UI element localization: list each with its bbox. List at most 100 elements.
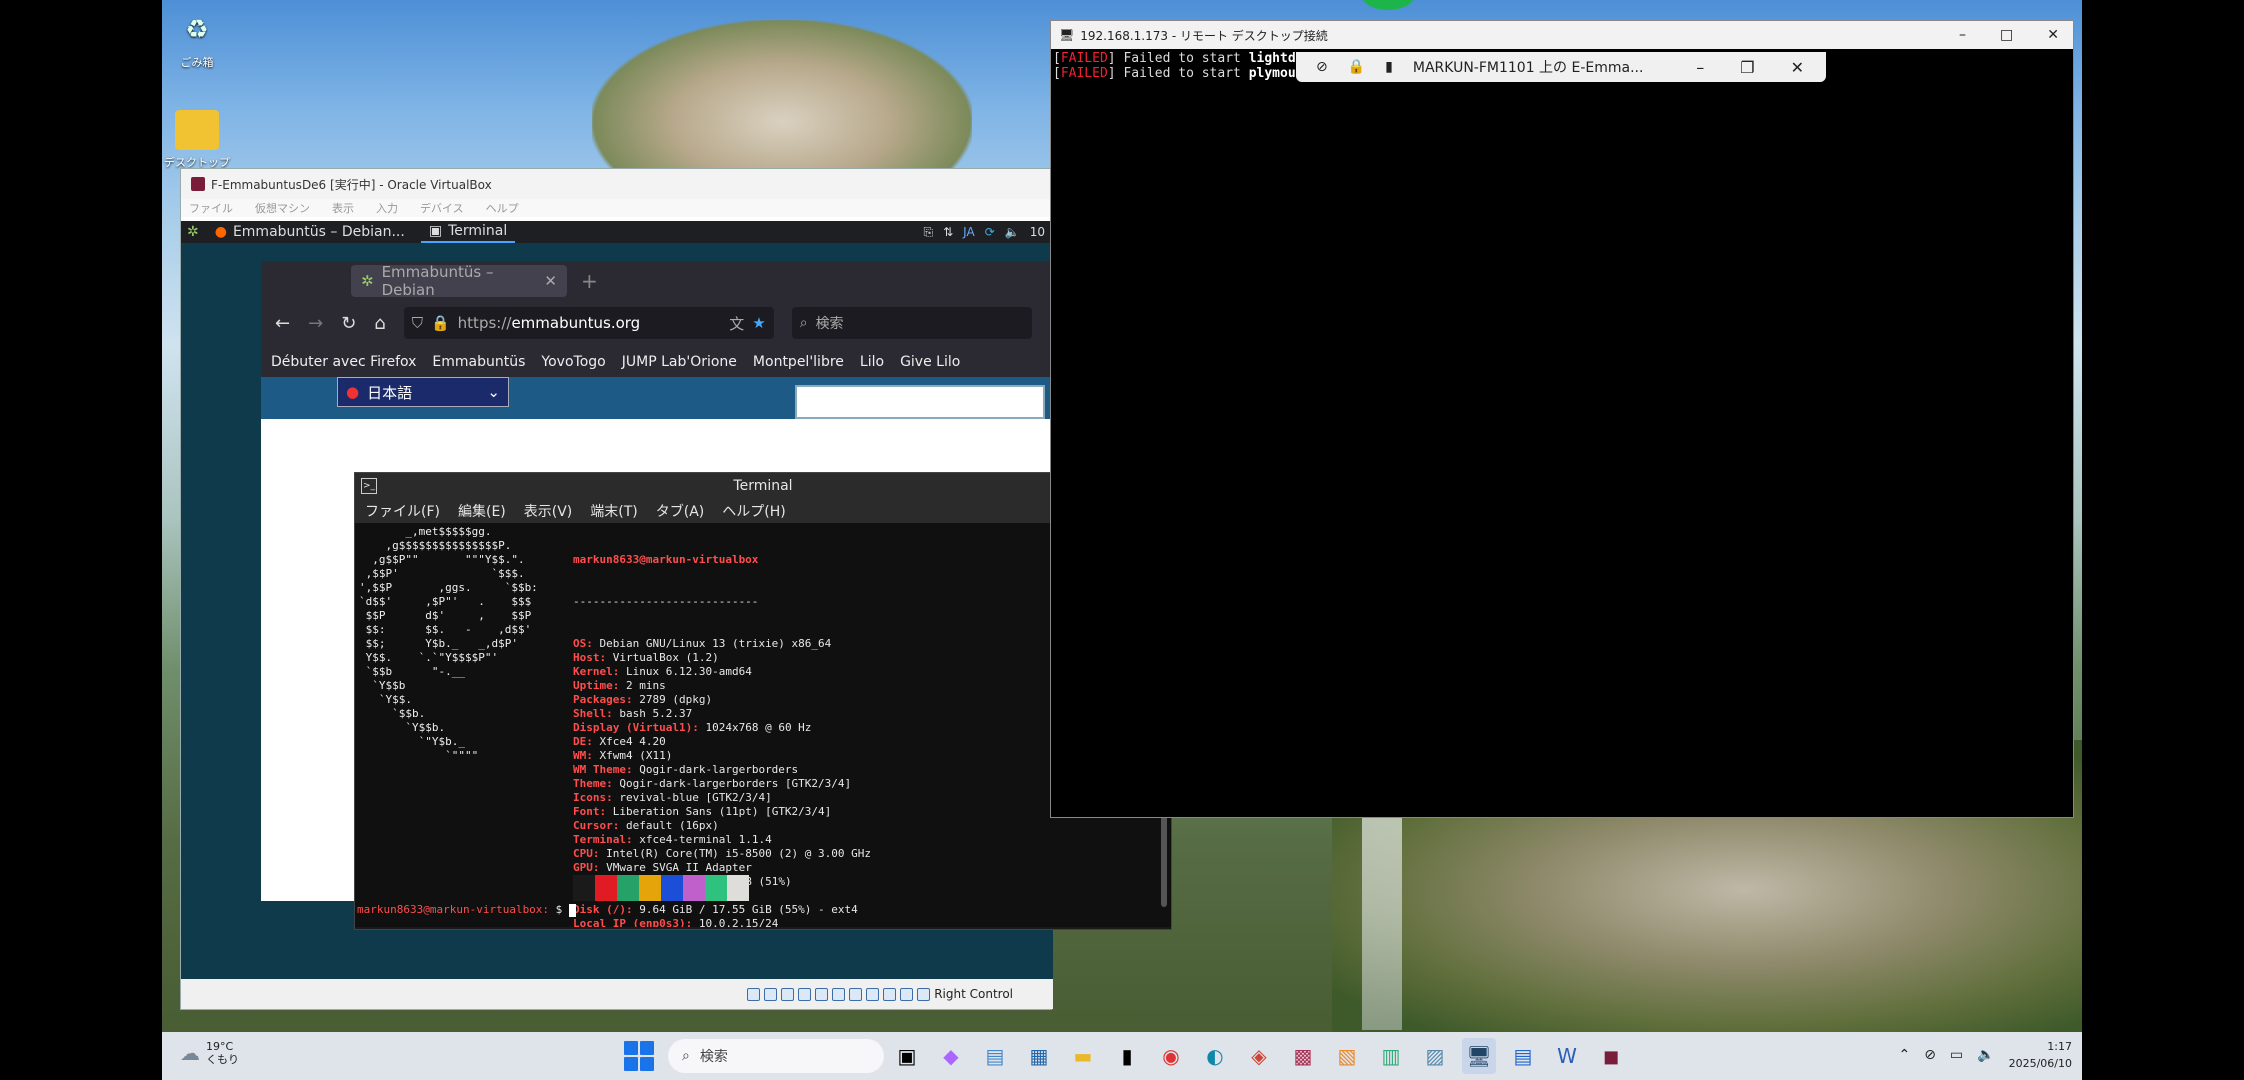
usb-status-icon[interactable] bbox=[815, 987, 829, 1001]
network-status-icon[interactable] bbox=[798, 987, 812, 1001]
app-icon[interactable]: ▥ bbox=[1374, 1038, 1408, 1074]
menu-input[interactable]: 入力 bbox=[376, 200, 398, 216]
close-icon[interactable]: ✕ bbox=[1791, 58, 1804, 77]
virtualbox-titlebar[interactable]: F-EmmabuntusDe6 [実行中] - Oracle VirtualBo… bbox=[181, 169, 1051, 199]
desktop-icon-folder[interactable]: デスクトップ bbox=[162, 110, 232, 170]
app-icon[interactable]: ▤ bbox=[1506, 1038, 1540, 1074]
hdd-status-icon[interactable] bbox=[747, 987, 761, 1001]
guest-task-terminal[interactable]: ▣ Terminal bbox=[420, 221, 516, 243]
info-row: Cursor: default (16px) bbox=[573, 819, 719, 832]
cpu-status-icon[interactable] bbox=[883, 987, 897, 1001]
menu-file[interactable]: ファイル bbox=[189, 200, 233, 216]
volume-icon[interactable]: 🔈 bbox=[1005, 225, 1020, 240]
task-view-icon[interactable]: ▣ bbox=[890, 1038, 924, 1074]
bookmark-item[interactable]: Give Lilo bbox=[900, 354, 960, 370]
chevron-up-icon[interactable]: ⌃ bbox=[1898, 1047, 1910, 1063]
terminal-menu-file[interactable]: ファイル(F) bbox=[365, 501, 440, 521]
guest-task-firefox[interactable]: ● Emmabuntüs – Debian... bbox=[207, 221, 413, 243]
forward-icon[interactable]: → bbox=[308, 313, 323, 334]
menu-view[interactable]: 表示 bbox=[332, 200, 354, 216]
display-status-icon[interactable] bbox=[849, 987, 863, 1001]
desktop-icon-recycle-bin[interactable]: ♻ ごみ箱 bbox=[162, 10, 232, 70]
home-icon[interactable]: ⌂ bbox=[374, 313, 385, 334]
logo-line: `$$b. bbox=[359, 707, 426, 720]
store-icon[interactable]: ▦ bbox=[1022, 1038, 1056, 1074]
optical-status-icon[interactable] bbox=[764, 987, 778, 1001]
shell-prompt[interactable]: markun8633@markun-virtualbox: $ bbox=[357, 903, 576, 917]
app-icon[interactable]: ◈ bbox=[1242, 1038, 1276, 1074]
app-icon[interactable]: ▧ bbox=[1330, 1038, 1364, 1074]
edge-icon[interactable]: ◐ bbox=[1198, 1038, 1232, 1074]
network-icon[interactable]: ⇅ bbox=[943, 225, 953, 240]
back-icon[interactable]: ← bbox=[275, 313, 290, 334]
terminal-menu-terminal[interactable]: 端末(T) bbox=[590, 501, 637, 521]
virtualbox-icon bbox=[191, 177, 205, 191]
terminal-menu-edit[interactable]: 編集(E) bbox=[458, 501, 506, 521]
app-icon[interactable]: ▩ bbox=[1286, 1038, 1320, 1074]
bookmark-item[interactable]: Emmabuntüs bbox=[432, 354, 525, 370]
minimize-icon[interactable]: – bbox=[1959, 27, 1966, 43]
translate-icon[interactable]: 文 bbox=[729, 313, 744, 334]
app-icon[interactable]: ▤ bbox=[978, 1038, 1012, 1074]
update-icon[interactable]: ⟳ bbox=[985, 225, 995, 240]
remote-desktop-icon[interactable]: 🖥 bbox=[1462, 1038, 1496, 1074]
unpin-icon[interactable]: ⊘ bbox=[1316, 59, 1328, 75]
file-explorer-icon[interactable]: ▬ bbox=[1066, 1038, 1100, 1074]
display-icon[interactable]: ▭ bbox=[1950, 1047, 1963, 1063]
restore-icon[interactable]: ❐ bbox=[1740, 58, 1754, 77]
language-select[interactable]: ● 日本語 ⌄ bbox=[337, 377, 509, 407]
tab-close-icon[interactable]: ✕ bbox=[544, 272, 557, 290]
bookmark-item[interactable]: Montpel'libre bbox=[753, 354, 844, 370]
host-key-icon[interactable] bbox=[917, 987, 931, 1001]
url-bar[interactable]: ⛉ 🔒 https://emmabuntus.org 文 ★ bbox=[403, 307, 774, 339]
bookmark-item[interactable]: JUMP Lab'Orione bbox=[622, 354, 737, 370]
keyboard-layout[interactable]: JA bbox=[963, 225, 975, 240]
terminal-output[interactable]: _,met$$$$$gg. ,g$$$$$$$$$$$$$$$P. ,g$$P"… bbox=[355, 523, 1171, 927]
menu-devices[interactable]: デバイス bbox=[420, 200, 464, 216]
chrome-icon[interactable]: ◉ bbox=[1154, 1038, 1188, 1074]
bookmark-item[interactable]: YovoTogo bbox=[541, 354, 605, 370]
terminal-menu-view[interactable]: 表示(V) bbox=[524, 501, 573, 521]
shared-folder-icon[interactable] bbox=[832, 987, 846, 1001]
terminal-menu-tabs[interactable]: タブ(A) bbox=[656, 501, 705, 521]
start-button[interactable] bbox=[624, 1041, 654, 1071]
rdp-connection-bar[interactable]: ⊘ 🔒 ▮ MARKUN-FM1101 上の E-Emma... – ❐ ✕ bbox=[1296, 52, 1826, 82]
network-off-icon[interactable]: ⊘ bbox=[1924, 1047, 1936, 1063]
terminal-menu-help[interactable]: ヘルプ(H) bbox=[722, 501, 785, 521]
info-key: Terminal bbox=[573, 833, 626, 846]
firefox-search-box[interactable]: ⌕ 検索 bbox=[791, 307, 1032, 339]
weather-widget[interactable]: ☁ 19°C くもり bbox=[180, 1040, 239, 1066]
taskbar-search[interactable]: ⌕ 検索 bbox=[668, 1039, 884, 1073]
mouse-integration-icon[interactable] bbox=[900, 987, 914, 1001]
app-icon[interactable]: ▨ bbox=[1418, 1038, 1452, 1074]
audio-status-icon[interactable] bbox=[781, 987, 795, 1001]
new-tab-icon[interactable]: + bbox=[581, 269, 598, 293]
info-row: Terminal: xfce4-terminal 1.1.4 bbox=[573, 833, 772, 846]
clock[interactable]: 1:17 2025/06/10 bbox=[2009, 1038, 2072, 1072]
menu-help[interactable]: ヘルプ bbox=[486, 200, 519, 216]
lock-icon[interactable]: 🔒 bbox=[1348, 59, 1365, 75]
word-icon[interactable]: W bbox=[1550, 1038, 1584, 1074]
clipboard-icon[interactable]: ⎘ bbox=[923, 225, 933, 240]
whisker-menu-icon[interactable]: ✲ bbox=[187, 224, 199, 240]
rdp-titlebar[interactable]: 🖥 192.168.1.173 - リモート デスクトップ接続 – □ ✕ bbox=[1051, 21, 2073, 49]
close-icon[interactable]: ✕ bbox=[2047, 27, 2059, 43]
minimize-icon[interactable]: – bbox=[1696, 58, 1704, 77]
bookmark-item[interactable]: Lilo bbox=[860, 354, 884, 370]
remote-desktop-window[interactable]: 🖥 192.168.1.173 - リモート デスクトップ接続 – □ ✕ [F… bbox=[1050, 20, 2074, 818]
reload-icon[interactable]: ↻ bbox=[341, 313, 356, 334]
bookmark-item[interactable]: Débuter avec Firefox bbox=[271, 354, 416, 370]
virtualbox-taskbar-icon[interactable]: ◼ bbox=[1594, 1038, 1628, 1074]
copilot-icon[interactable]: ◆ bbox=[934, 1038, 968, 1074]
info-key: Font bbox=[573, 805, 600, 818]
search-placeholder: 検索 bbox=[815, 316, 844, 332]
volume-icon[interactable]: 🔈 bbox=[1977, 1047, 1994, 1063]
page-search-input[interactable] bbox=[795, 385, 1045, 419]
maximize-icon[interactable]: □ bbox=[2000, 27, 2013, 43]
firefox-tab[interactable]: ✲ Emmabuntüs – Debian ✕ bbox=[351, 263, 567, 299]
terminal-titlebar[interactable]: >_ Terminal – □ ✕ bbox=[355, 473, 1171, 499]
recording-status-icon[interactable] bbox=[866, 987, 880, 1001]
bookmark-star-icon[interactable]: ★ bbox=[752, 314, 765, 332]
menu-machine[interactable]: 仮想マシン bbox=[255, 200, 310, 216]
terminal-app-icon[interactable]: ▮ bbox=[1110, 1038, 1144, 1074]
